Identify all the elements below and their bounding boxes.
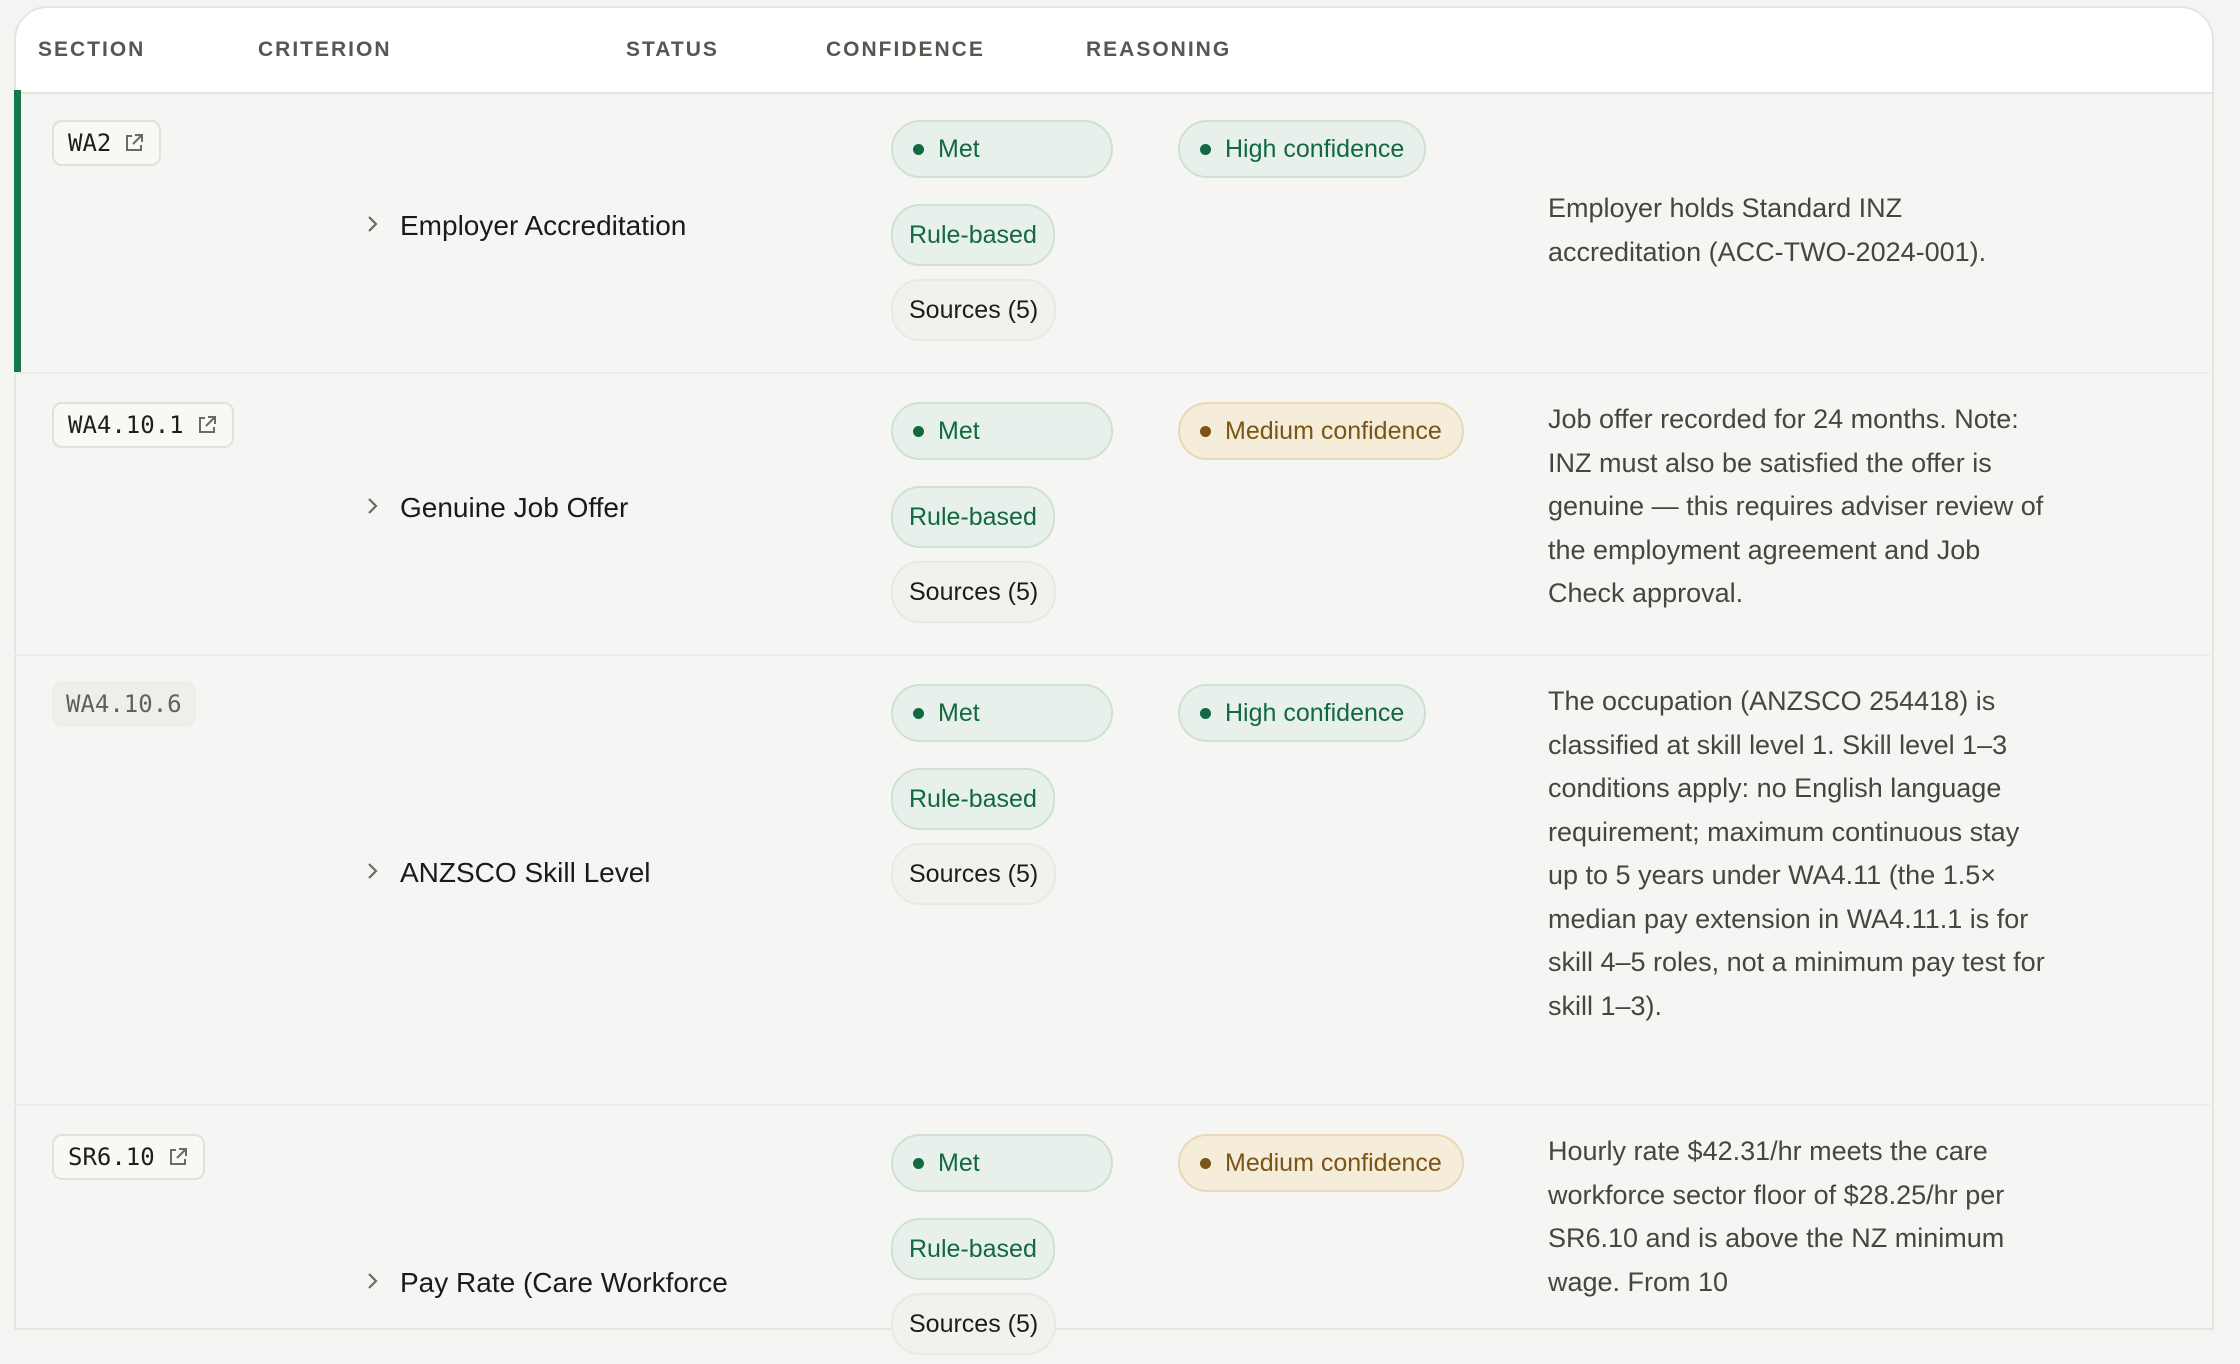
selected-row-indicator — [14, 90, 21, 372]
section-code: WA2 — [68, 129, 112, 157]
table-row[interactable]: WA2 Employer Accreditation Met Rule-base… — [14, 90, 2210, 374]
column-header-reasoning[interactable]: REASONING — [1086, 38, 1231, 62]
confidence-label: Medium confidence — [1225, 416, 1442, 445]
column-header-confidence[interactable]: CONFIDENCE — [826, 38, 985, 62]
confidence-badge: Medium confidence — [1178, 402, 1464, 460]
criterion-label: Genuine Job Offer — [400, 492, 629, 523]
status-label: Met — [938, 416, 980, 445]
method-badge: Rule-based — [891, 1218, 1055, 1280]
status-dot-icon — [913, 1157, 924, 1169]
external-link-icon — [167, 1146, 189, 1168]
section-link[interactable]: WA2 — [52, 120, 162, 166]
criterion-label: Pay Rate (Care Workforce — [400, 1267, 728, 1298]
chevron-right-icon — [366, 1267, 380, 1299]
status-badge: Met — [891, 684, 1113, 742]
chevron-right-icon — [366, 210, 380, 242]
criterion-toggle[interactable]: Pay Rate (Care Workforce — [366, 1267, 728, 1299]
method-badge: Rule-based — [891, 204, 1055, 266]
status-badge: Met — [891, 1134, 1113, 1192]
criterion-toggle[interactable]: Employer Accreditation — [366, 210, 686, 242]
criterion-label: ANZSCO Skill Level — [400, 857, 651, 888]
confidence-dot-icon — [1200, 707, 1211, 719]
section-code-label: WA4.10.6 — [66, 690, 182, 718]
reasoning-text: Employer holds Standard INZ accreditatio… — [1548, 193, 1987, 267]
confidence-badge: High confidence — [1178, 120, 1427, 178]
chevron-right-icon — [366, 857, 380, 889]
method-badge: Rule-based — [891, 486, 1055, 548]
status-badge: Met — [891, 120, 1113, 178]
criterion-label: Employer Accreditation — [400, 210, 687, 241]
section-link[interactable]: WA4.10.1 — [52, 402, 234, 448]
status-dot-icon — [913, 707, 924, 719]
column-header-section[interactable]: SECTION — [38, 38, 145, 62]
confidence-label: High confidence — [1225, 698, 1405, 727]
chevron-right-icon — [366, 492, 380, 524]
status-dot-icon — [913, 143, 924, 155]
column-header-status[interactable]: STATUS — [626, 38, 719, 62]
method-badge: Rule-based — [891, 768, 1055, 830]
section-code: SR6.10 — [68, 1143, 155, 1171]
external-link-icon — [196, 414, 218, 436]
sources-button[interactable]: Sources (5) — [891, 843, 1057, 905]
status-label: Met — [938, 1148, 980, 1177]
sources-button[interactable]: Sources (5) — [891, 1293, 1057, 1355]
criterion-toggle[interactable]: ANZSCO Skill Level — [366, 857, 651, 889]
status-label: Met — [938, 698, 980, 727]
reasoning-text: The occupation (ANZSCO 254418) is classi… — [1548, 686, 2045, 1021]
status-dot-icon — [913, 425, 924, 437]
confidence-label: Medium confidence — [1225, 1148, 1442, 1177]
table-row[interactable]: SR6.10 Pay Rate (Care Workforce Met Rule… — [14, 1104, 2210, 1364]
table-row[interactable]: WA4.10.6 ANZSCO Skill Level Met Rule-bas… — [14, 654, 2210, 1106]
confidence-badge: Medium confidence — [1178, 1134, 1464, 1192]
reasoning-text: Job offer recorded for 24 months. Note: … — [1548, 404, 2044, 608]
section-code: WA4.10.6 — [52, 681, 196, 727]
table-header: SECTION CRITERION STATUS CONFIDENCE REAS… — [16, 8, 2212, 94]
confidence-dot-icon — [1200, 143, 1211, 155]
section-code: WA4.10.1 — [68, 411, 184, 439]
sources-button[interactable]: Sources (5) — [891, 279, 1057, 341]
sources-button[interactable]: Sources (5) — [891, 561, 1057, 623]
column-header-criterion[interactable]: CRITERION — [258, 38, 392, 62]
section-link[interactable]: SR6.10 — [52, 1134, 205, 1180]
confidence-badge: High confidence — [1178, 684, 1427, 742]
confidence-dot-icon — [1200, 1157, 1211, 1169]
reasoning-text: Hourly rate $42.31/hr meets the care wor… — [1548, 1136, 2005, 1297]
external-link-icon — [123, 132, 145, 154]
confidence-label: High confidence — [1225, 134, 1405, 163]
confidence-dot-icon — [1200, 425, 1211, 437]
status-badge: Met — [891, 402, 1113, 460]
table-row[interactable]: WA4.10.1 Genuine Job Offer Met Rule-base… — [14, 372, 2210, 656]
status-label: Met — [938, 134, 980, 163]
criterion-toggle[interactable]: Genuine Job Offer — [366, 492, 628, 524]
